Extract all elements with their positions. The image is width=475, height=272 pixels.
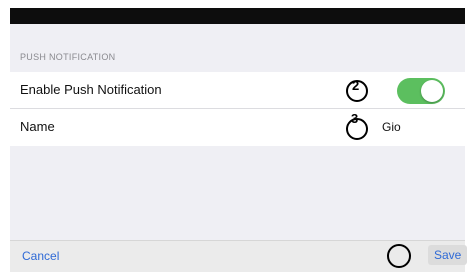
push-notification-toggle[interactable] [397, 78, 445, 104]
cancel-button[interactable]: Cancel [22, 249, 59, 263]
name-label: Name [20, 119, 55, 134]
name-value: Gio [382, 120, 401, 134]
enable-push-label: Enable Push Notification [20, 82, 162, 97]
enable-push-row: Enable Push Notification 2 [10, 72, 465, 109]
annotation-number-2: 2 [352, 78, 360, 93]
toggle-knob [421, 80, 443, 102]
name-row[interactable]: Name 3 Gio [10, 109, 465, 146]
save-button[interactable]: Save [428, 245, 468, 265]
section-header: PUSH NOTIFICATION [20, 52, 116, 62]
settings-screen: PUSH NOTIFICATION Enable Push Notificati… [10, 24, 468, 272]
annotation-circle [387, 244, 411, 268]
annotation-number-3: 3 [351, 111, 359, 126]
bottom-toolbar: Cancel Save [10, 240, 468, 272]
top-status-bar [10, 8, 465, 24]
